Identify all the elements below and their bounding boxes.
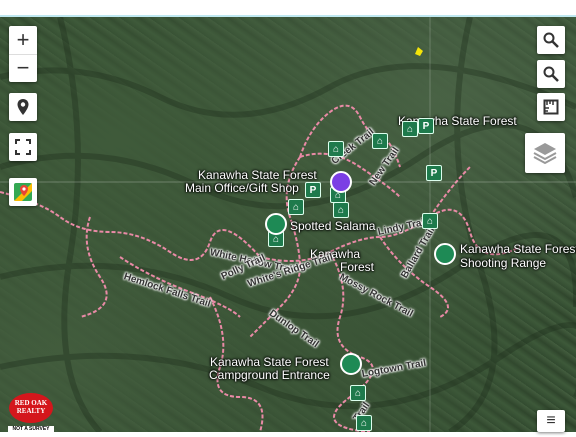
parking-icon[interactable]: P — [305, 182, 321, 198]
red-oak-realty-logo: RED OAK REALTY NOT A SURVEY — [6, 392, 56, 432]
place-label-office-line2[interactable]: Main Office/Gift Shop — [185, 182, 299, 195]
picnic-icon[interactable]: ⌂ — [422, 213, 438, 229]
picnic-icon[interactable]: ⌂ — [328, 141, 344, 157]
top-bar — [0, 0, 576, 17]
picnic-icon[interactable]: ⌂ — [288, 199, 304, 215]
parking-icon[interactable]: P — [426, 165, 442, 181]
layers-icon — [533, 143, 557, 165]
parking-icon[interactable]: P — [418, 118, 434, 134]
search-area-button[interactable] — [537, 60, 565, 88]
fullscreen-button[interactable] — [9, 133, 37, 161]
google-maps-icon — [14, 183, 32, 201]
picnic-icon[interactable]: ⌂ — [333, 202, 349, 218]
picnic-icon[interactable]: ⌂ — [372, 133, 388, 149]
place-label-spotted[interactable]: Spotted Salama — [290, 220, 375, 233]
ruler-icon — [543, 99, 559, 115]
menu-button[interactable]: ≡ — [537, 410, 565, 432]
place-pin-icon[interactable] — [434, 243, 456, 265]
selected-place-pin-icon[interactable] — [330, 171, 352, 193]
google-maps-button[interactable] — [9, 178, 37, 206]
search-icon — [543, 32, 559, 48]
layers-button[interactable] — [525, 133, 565, 173]
place-pin-icon[interactable] — [340, 353, 362, 375]
location-button[interactable] — [9, 93, 37, 121]
place-label-shooting-line2[interactable]: Shooting Range — [460, 257, 546, 270]
yellow-marker[interactable] — [415, 47, 423, 56]
logo-text: RED OAK REALTY — [6, 399, 56, 415]
zoom-control: + − — [9, 26, 37, 82]
fullscreen-icon — [15, 139, 31, 155]
picnic-icon[interactable]: ⌂ — [356, 415, 372, 431]
zoom-search-icon — [543, 66, 559, 82]
zoom-out-button[interactable]: − — [9, 53, 37, 83]
place-label-campground-line2[interactable]: Campground Entrance — [209, 369, 330, 382]
logo-line2: REALTY — [16, 407, 46, 415]
logo-line1: RED OAK — [14, 399, 48, 407]
place-pin-icon[interactable] — [265, 213, 287, 235]
measure-button[interactable] — [537, 93, 565, 121]
place-label-shooting-line1[interactable]: Kanawha State Forest — [460, 243, 576, 256]
picnic-icon[interactable]: ⌂ — [402, 121, 418, 137]
search-button[interactable] — [537, 26, 565, 54]
picnic-icon[interactable]: ⌂ — [350, 385, 366, 401]
logo-tagline: NOT A SURVEY — [12, 426, 50, 432]
map-pin-icon — [17, 99, 29, 115]
satellite-map[interactable]: Kanawha State Forest Kanawha State Fores… — [0, 17, 576, 432]
zoom-in-button[interactable]: + — [9, 26, 37, 54]
